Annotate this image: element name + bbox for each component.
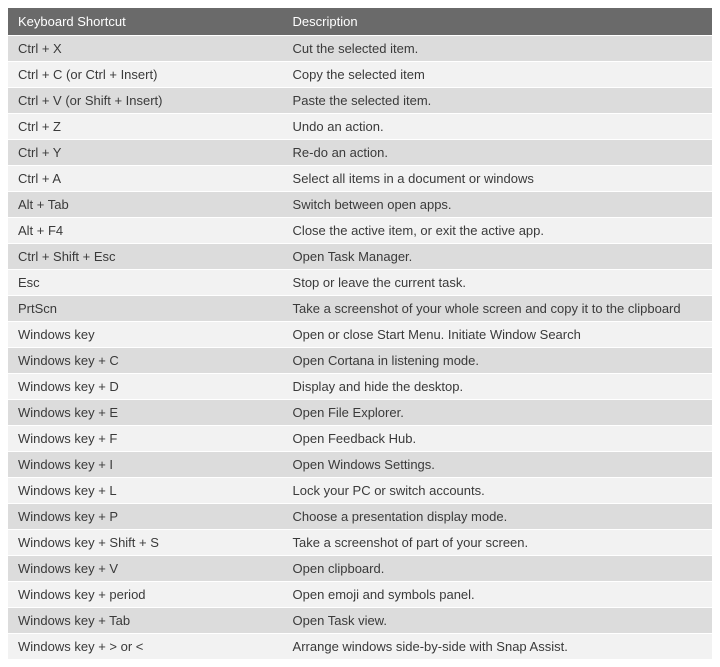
table-row: Alt + TabSwitch between open apps. — [8, 192, 712, 218]
cell-shortcut: Windows key + F — [8, 426, 283, 452]
cell-shortcut: Ctrl + Z — [8, 114, 283, 140]
table-row: PrtScnTake a screenshot of your whole sc… — [8, 296, 712, 322]
cell-description: Switch between open apps. — [283, 192, 712, 218]
cell-description: Take a screenshot of your whole screen a… — [283, 296, 712, 322]
table-row: Windows key + IOpen Windows Settings. — [8, 452, 712, 478]
cell-description: Undo an action. — [283, 114, 712, 140]
table-row: Ctrl + YRe-do an action. — [8, 140, 712, 166]
cell-description: Select all items in a document or window… — [283, 166, 712, 192]
cell-description: Stop or leave the current task. — [283, 270, 712, 296]
table-row: Ctrl + ASelect all items in a document o… — [8, 166, 712, 192]
cell-description: Open Windows Settings. — [283, 452, 712, 478]
cell-shortcut: Esc — [8, 270, 283, 296]
table-row: EscStop or leave the current task. — [8, 270, 712, 296]
cell-shortcut: Windows key + L — [8, 478, 283, 504]
header-shortcut: Keyboard Shortcut — [8, 8, 283, 36]
table-row: Windows key + COpen Cortana in listening… — [8, 348, 712, 374]
table-row: Windows key + LLock your PC or switch ac… — [8, 478, 712, 504]
cell-shortcut: Ctrl + X — [8, 36, 283, 62]
cell-description: Choose a presentation display mode. — [283, 504, 712, 530]
cell-description: Take a screenshot of part of your screen… — [283, 530, 712, 556]
table-header-row: Keyboard Shortcut Description — [8, 8, 712, 36]
cell-shortcut: Ctrl + C (or Ctrl + Insert) — [8, 62, 283, 88]
table-row: Windows key + DDisplay and hide the desk… — [8, 374, 712, 400]
table-row: Windows key + FOpen Feedback Hub. — [8, 426, 712, 452]
cell-description: Open clipboard. — [283, 556, 712, 582]
cell-shortcut: Windows key + P — [8, 504, 283, 530]
cell-shortcut: Windows key + period — [8, 582, 283, 608]
cell-description: Cut the selected item. — [283, 36, 712, 62]
table-row: Ctrl + V (or Shift + Insert)Paste the se… — [8, 88, 712, 114]
header-description: Description — [283, 8, 712, 36]
cell-description: Open or close Start Menu. Initiate Windo… — [283, 322, 712, 348]
cell-shortcut: Windows key + D — [8, 374, 283, 400]
cell-description: Open Task Manager. — [283, 244, 712, 270]
cell-shortcut: PrtScn — [8, 296, 283, 322]
cell-shortcut: Windows key + Tab — [8, 608, 283, 634]
cell-shortcut: Windows key + > or < — [8, 634, 283, 660]
cell-description: Paste the selected item. — [283, 88, 712, 114]
cell-shortcut: Windows key + E — [8, 400, 283, 426]
table-row: Ctrl + C (or Ctrl + Insert)Copy the sele… — [8, 62, 712, 88]
table-row: Windows key + VOpen clipboard. — [8, 556, 712, 582]
cell-shortcut: Windows key + I — [8, 452, 283, 478]
table-row: Windows key + PChoose a presentation dis… — [8, 504, 712, 530]
cell-shortcut: Windows key + C — [8, 348, 283, 374]
cell-shortcut: Ctrl + Y — [8, 140, 283, 166]
table-row: Windows key + TabOpen Task view. — [8, 608, 712, 634]
cell-description: Open File Explorer. — [283, 400, 712, 426]
cell-description: Open emoji and symbols panel. — [283, 582, 712, 608]
cell-shortcut: Ctrl + A — [8, 166, 283, 192]
table-row: Windows key + Shift + STake a screenshot… — [8, 530, 712, 556]
cell-shortcut: Ctrl + Shift + Esc — [8, 244, 283, 270]
table-row: Alt + F4Close the active item, or exit t… — [8, 218, 712, 244]
cell-description: Close the active item, or exit the activ… — [283, 218, 712, 244]
cell-description: Lock your PC or switch accounts. — [283, 478, 712, 504]
table-row: Windows key + EOpen File Explorer. — [8, 400, 712, 426]
cell-description: Copy the selected item — [283, 62, 712, 88]
cell-shortcut: Windows key + V — [8, 556, 283, 582]
table-row: Ctrl + XCut the selected item. — [8, 36, 712, 62]
table-row: Windows keyOpen or close Start Menu. Ini… — [8, 322, 712, 348]
cell-description: Arrange windows side-by-side with Snap A… — [283, 634, 712, 660]
table-row: Ctrl + Shift + EscOpen Task Manager. — [8, 244, 712, 270]
cell-description: Re-do an action. — [283, 140, 712, 166]
cell-description: Display and hide the desktop. — [283, 374, 712, 400]
cell-description: Open Feedback Hub. — [283, 426, 712, 452]
cell-shortcut: Alt + F4 — [8, 218, 283, 244]
table-row: Ctrl + ZUndo an action. — [8, 114, 712, 140]
table-row: Windows key + periodOpen emoji and symbo… — [8, 582, 712, 608]
cell-description: Open Task view. — [283, 608, 712, 634]
keyboard-shortcuts-table: Keyboard Shortcut Description Ctrl + XCu… — [8, 8, 712, 659]
cell-shortcut: Ctrl + V (or Shift + Insert) — [8, 88, 283, 114]
cell-shortcut: Windows key — [8, 322, 283, 348]
cell-shortcut: Alt + Tab — [8, 192, 283, 218]
table-row: Windows key + > or <Arrange windows side… — [8, 634, 712, 660]
cell-description: Open Cortana in listening mode. — [283, 348, 712, 374]
cell-shortcut: Windows key + Shift + S — [8, 530, 283, 556]
